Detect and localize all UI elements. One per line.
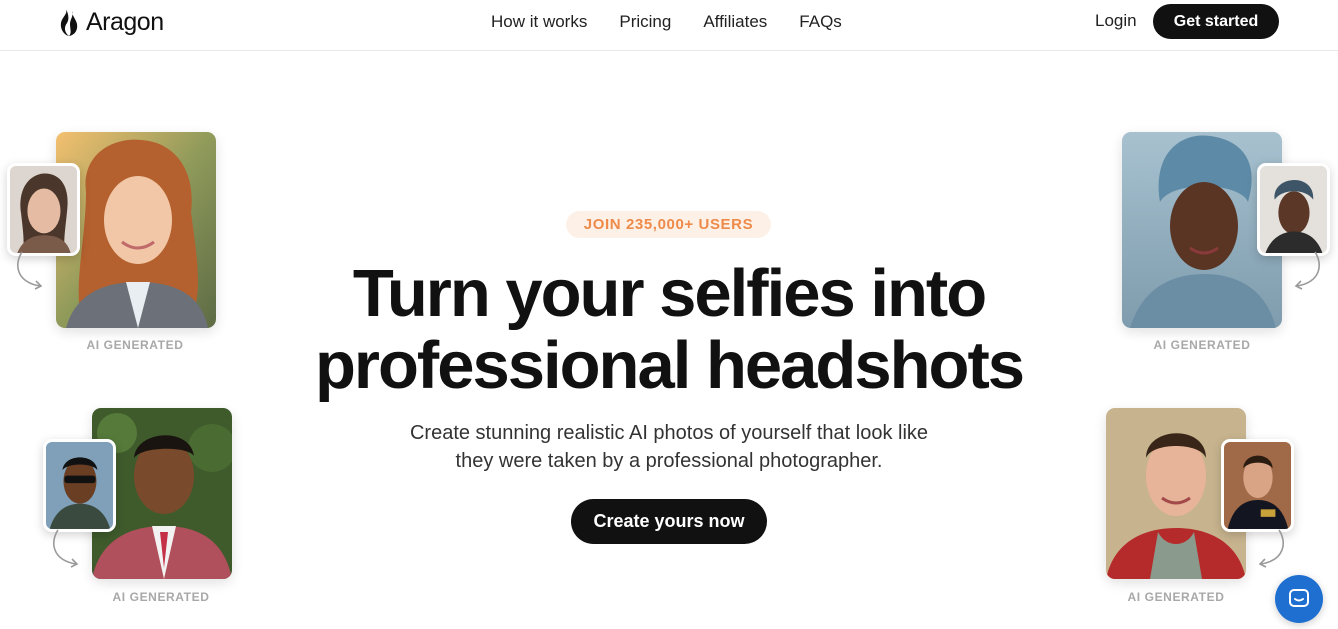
users-count-badge: JOIN 235,000+ USERS xyxy=(566,211,771,238)
subtext-line-1: Create stunning realistic AI photos of y… xyxy=(409,422,929,444)
nav-pricing[interactable]: Pricing xyxy=(603,12,687,32)
curved-arrow-icon xyxy=(1294,251,1320,290)
ai-generated-caption: AI GENERATED xyxy=(112,590,210,604)
selfie-woman-1 xyxy=(7,163,80,256)
curved-arrow-icon xyxy=(1258,529,1284,568)
hero-subtext: Create stunning realistic AI photos of y… xyxy=(369,419,969,475)
main-nav: How it works Pricing Affiliates FAQs xyxy=(475,0,858,44)
chat-widget-button[interactable] xyxy=(1275,575,1323,623)
logo-text: Aragon xyxy=(86,8,164,36)
nav-how-it-works[interactable]: How it works xyxy=(475,12,603,32)
get-started-button[interactable]: Get started xyxy=(1153,4,1279,39)
nav-faqs[interactable]: FAQs xyxy=(783,12,858,32)
ai-headshot-woman-redhair xyxy=(56,132,216,328)
curved-arrow-icon xyxy=(17,251,43,290)
ai-generated-caption: AI GENERATED xyxy=(1127,590,1225,604)
flame-logo-icon xyxy=(60,9,78,36)
headline-line-2: professional headshots xyxy=(314,328,1025,403)
ai-generated-caption: AI GENERATED xyxy=(86,338,184,352)
login-link[interactable]: Login xyxy=(1095,11,1137,31)
hero-headline: Turn your selfies into professional head… xyxy=(269,258,1069,402)
selfie-woman-2 xyxy=(1257,163,1330,256)
headline-line-1: Turn your selfies into xyxy=(352,256,987,331)
selfie-man-2 xyxy=(1221,439,1294,532)
selfie-man-1 xyxy=(43,439,116,532)
nav-affiliates[interactable]: Affiliates xyxy=(687,12,783,32)
ai-generated-caption: AI GENERATED xyxy=(1153,338,1251,352)
curved-arrow-icon xyxy=(53,529,79,568)
create-yours-now-button[interactable]: Create yours now xyxy=(571,499,767,544)
logo-link[interactable]: Aragon xyxy=(58,8,164,37)
top-navbar: Aragon How it works Pricing Affiliates F… xyxy=(0,0,1338,51)
chat-icon xyxy=(1289,589,1309,607)
subtext-line-2: they were taken by a professional photog… xyxy=(455,450,883,472)
